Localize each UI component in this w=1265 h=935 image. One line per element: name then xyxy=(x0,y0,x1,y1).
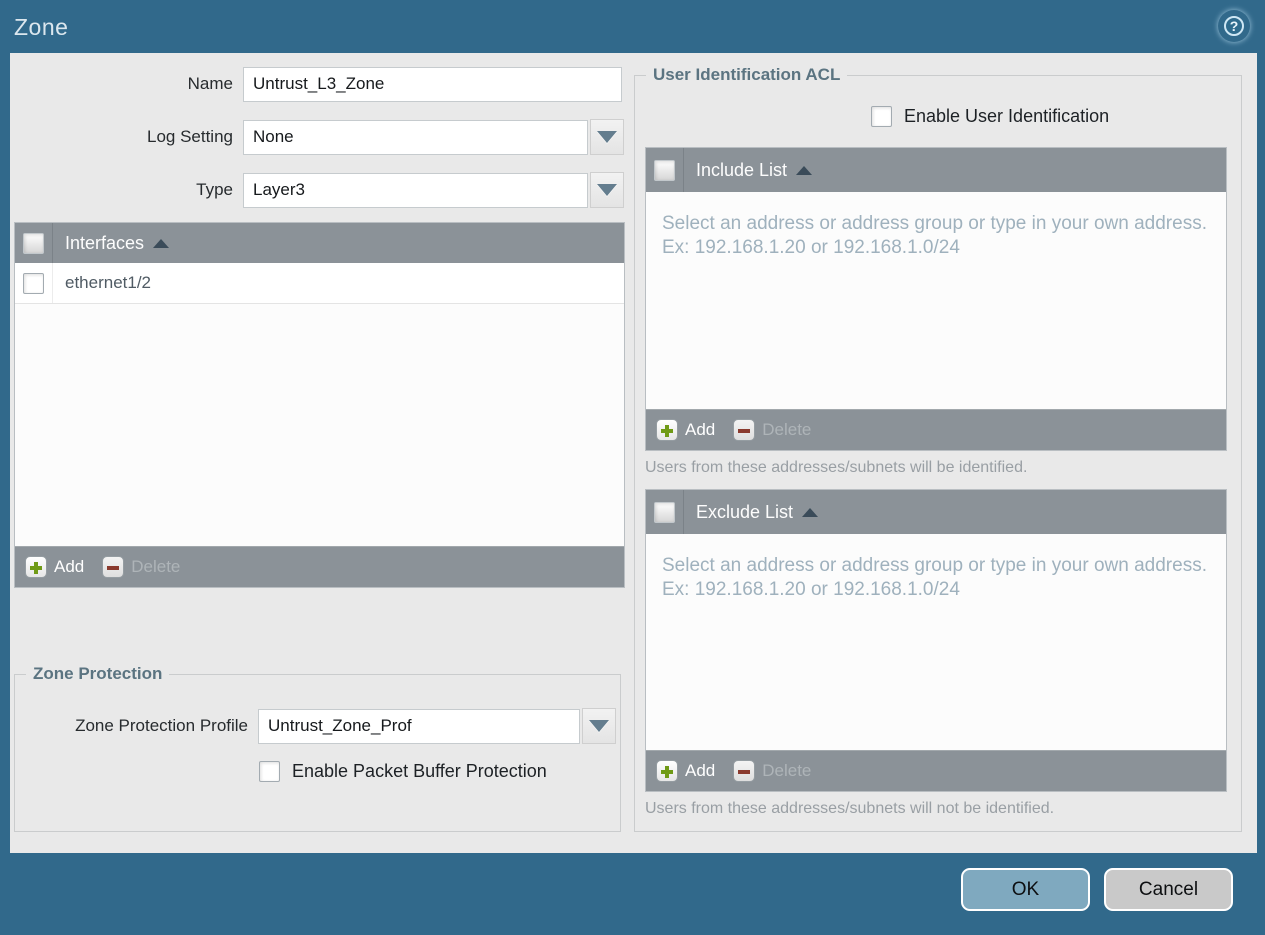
include-list-caption: Users from these addresses/subnets will … xyxy=(645,459,1028,476)
chevron-down-icon xyxy=(597,184,617,196)
add-interface-button[interactable]: Add xyxy=(25,556,84,578)
zone-protection-profile-input[interactable] xyxy=(258,708,580,744)
exclude-list-table: Exclude List Select an address or addres… xyxy=(645,489,1227,792)
log-setting-combo xyxy=(243,119,624,155)
exclude-list-placeholder: Select an address or address group or ty… xyxy=(662,555,1207,601)
include-list-column-header[interactable]: Include List xyxy=(684,148,813,192)
sort-ascending-icon xyxy=(153,238,170,248)
interfaces-table-footer: Add Delete xyxy=(15,546,624,587)
zone-protection-profile-label: Zone Protection Profile xyxy=(75,716,248,735)
delete-label: Delete xyxy=(131,557,181,576)
add-exclude-button[interactable]: Add xyxy=(656,760,715,782)
zone-protection-profile-row: Zone Protection Profile xyxy=(19,708,616,744)
select-all-interfaces-checkbox[interactable] xyxy=(23,232,44,254)
plus-icon xyxy=(656,760,678,782)
page-title: Zone xyxy=(14,14,69,40)
help-icon[interactable]: ? xyxy=(1218,10,1250,42)
include-list-table: Include List Select an address or addres… xyxy=(645,147,1227,451)
include-list-body[interactable]: Select an address or address group or ty… xyxy=(646,192,1226,409)
minus-icon xyxy=(733,760,756,782)
interfaces-header-label: Interfaces xyxy=(65,232,145,253)
user-identification-acl-legend: User Identification ACL xyxy=(653,65,841,84)
plus-icon xyxy=(656,419,678,441)
ok-button[interactable]: OK xyxy=(961,868,1090,911)
zone-dialog-body: Name Log Setting Type Interfaces ether xyxy=(10,53,1257,853)
interface-name: ethernet1/2 xyxy=(65,273,152,292)
delete-label: Delete xyxy=(762,420,812,439)
interfaces-table: Interfaces ethernet1/2 Add Delete xyxy=(14,222,625,588)
add-include-button[interactable]: Add xyxy=(656,419,715,441)
type-label: Type xyxy=(196,180,233,199)
add-label: Add xyxy=(685,761,716,780)
select-all-exclude-checkbox[interactable] xyxy=(654,501,675,523)
interfaces-table-body: ethernet1/2 xyxy=(15,263,624,546)
log-setting-input[interactable] xyxy=(243,119,588,155)
include-list-placeholder: Select an address or address group or ty… xyxy=(662,213,1207,259)
type-combo xyxy=(243,172,624,208)
enable-user-identification-row: Enable User Identification xyxy=(871,106,1109,127)
type-row: Type xyxy=(14,172,624,208)
include-list-footer: Add Delete xyxy=(646,409,1226,450)
log-setting-label: Log Setting xyxy=(146,127,233,146)
enable-packet-buffer-checkbox[interactable] xyxy=(259,761,280,782)
include-list-header-label: Include List xyxy=(696,159,788,180)
packet-buffer-row: Enable Packet Buffer Protection xyxy=(259,761,547,782)
zone-protection-legend: Zone Protection xyxy=(33,664,163,683)
type-input[interactable] xyxy=(243,172,588,208)
exclude-list-header-label: Exclude List xyxy=(696,501,794,522)
dialog-titlebar: Zone ? xyxy=(0,0,1265,53)
enable-user-identification-label: Enable User Identification xyxy=(904,106,1110,126)
log-setting-dropdown-button[interactable] xyxy=(590,119,624,155)
delete-interface-button[interactable]: Delete xyxy=(102,556,180,578)
chevron-down-icon xyxy=(589,720,609,732)
interfaces-column-header[interactable]: Interfaces xyxy=(53,223,170,263)
dialog-footer: OK Cancel xyxy=(961,868,1233,911)
sort-ascending-icon xyxy=(802,507,819,517)
zone-protection-section: Zone Protection Zone Protection Profile … xyxy=(14,664,621,832)
question-glyph: ? xyxy=(1224,16,1244,36)
user-identification-acl-section: User Identification ACL Enable User Iden… xyxy=(634,65,1242,832)
interface-row-checkbox[interactable] xyxy=(23,272,44,294)
delete-label: Delete xyxy=(762,761,812,780)
include-list-header: Include List xyxy=(646,148,1226,192)
enable-user-identification-checkbox[interactable] xyxy=(871,106,892,127)
exclude-list-column-header[interactable]: Exclude List xyxy=(684,490,819,534)
exclude-list-header: Exclude List xyxy=(646,490,1226,534)
minus-icon xyxy=(102,556,125,578)
type-dropdown-button[interactable] xyxy=(590,172,624,208)
chevron-down-icon xyxy=(597,131,617,143)
exclude-list-caption: Users from these addresses/subnets will … xyxy=(645,800,1055,817)
add-label: Add xyxy=(54,557,85,576)
plus-icon xyxy=(25,556,47,578)
log-setting-row: Log Setting xyxy=(14,119,624,155)
packet-buffer-label: Enable Packet Buffer Protection xyxy=(292,761,547,781)
delete-include-button[interactable]: Delete xyxy=(733,419,811,441)
name-input[interactable] xyxy=(243,66,622,102)
name-row: Name xyxy=(14,66,622,102)
name-label: Name xyxy=(187,74,233,93)
add-label: Add xyxy=(685,420,716,439)
table-row[interactable]: ethernet1/2 xyxy=(15,263,624,304)
exclude-list-footer: Add Delete xyxy=(646,750,1226,791)
minus-icon xyxy=(733,419,756,441)
cancel-button[interactable]: Cancel xyxy=(1104,868,1233,911)
delete-exclude-button[interactable]: Delete xyxy=(733,760,811,782)
exclude-list-body[interactable]: Select an address or address group or ty… xyxy=(646,534,1226,750)
select-all-include-checkbox[interactable] xyxy=(654,159,675,181)
interfaces-table-header: Interfaces xyxy=(15,223,624,263)
sort-ascending-icon xyxy=(796,165,813,175)
zone-protection-profile-dropdown-button[interactable] xyxy=(582,708,616,744)
